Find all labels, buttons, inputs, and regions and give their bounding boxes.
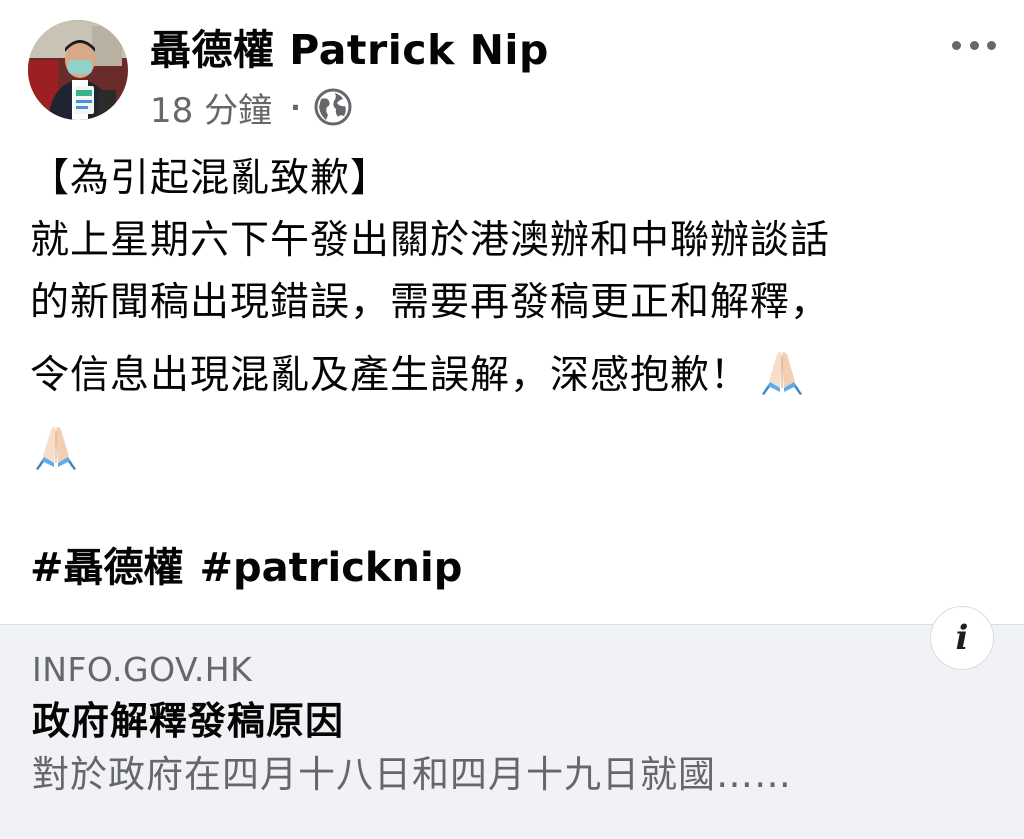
more-options-button[interactable] [952, 30, 996, 60]
dot-icon [987, 40, 996, 50]
hashtags: #聶德權 #patricknip [30, 540, 478, 596]
post-line: 的新聞稿出現錯誤，需要再發稿更正和解釋， [30, 280, 831, 325]
dot-icon [969, 40, 979, 50]
post-body: 【為引起混亂致歉】 就上星期六下午發出關於港澳辦和中聯辦談話 的新聞稿出現錯誤，… [30, 148, 1000, 486]
info-icon[interactable]: i [930, 606, 994, 670]
globe-icon [313, 87, 353, 127]
link-preview-card[interactable]: INFO.GOV.HK 政府解釋發稿原因 對於政府在四月十八日和四月十九日就國…… [0, 624, 1024, 839]
hashtag-link[interactable]: #聶德權 [30, 545, 184, 591]
meta-separator: · [290, 90, 301, 124]
hashtag-link[interactable]: #patricknip [200, 545, 463, 591]
folded-hands-icon [32, 423, 80, 471]
post-timestamp[interactable]: 18 分鐘 [150, 83, 272, 132]
facebook-post: 聶德權 Patrick Nip 18 分鐘 · 【為引起混亂致歉】 就上星期六下… [0, 0, 1024, 839]
author-name[interactable]: 聶德權 Patrick Nip [150, 22, 549, 78]
post-line: 令信息出現混亂及產生誤解，深感抱歉！ [30, 353, 751, 398]
emoji-line [30, 418, 1000, 486]
post-line: 就上星期六下午發出關於港澳辦和中聯辦談話 [30, 218, 831, 263]
post-line-with-emoji: 令信息出現混亂及產生誤解，深感抱歉！ [30, 334, 1000, 418]
post-heading: 【為引起混亂致歉】 [30, 156, 391, 201]
folded-hands-icon [758, 342, 806, 395]
avatar[interactable] [28, 20, 128, 120]
link-domain: INFO.GOV.HK [32, 650, 253, 689]
link-title: 政府解釋發稿原因 [32, 699, 345, 743]
link-description: 對於政府在四月十八日和四月十九日就國…… [32, 753, 792, 796]
post-meta: 18 分鐘 · [150, 80, 353, 134]
dot-icon [952, 40, 961, 50]
